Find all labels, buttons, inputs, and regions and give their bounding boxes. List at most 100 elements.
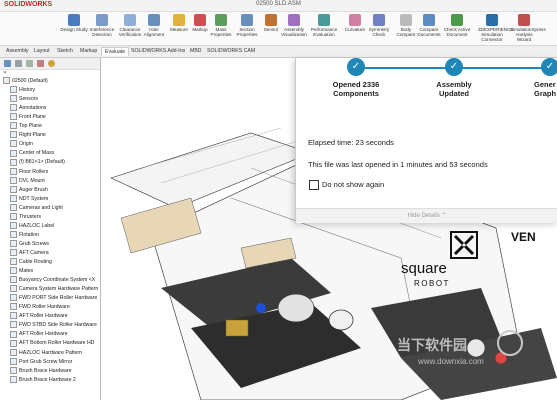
- tree-item-label: Cameras and Light: [19, 204, 63, 211]
- tab-sketch[interactable]: Sketch: [54, 47, 76, 55]
- ribbon-button-label: Hole Alignment: [143, 27, 165, 37]
- model-brand-side: VEN: [511, 230, 536, 244]
- tree-node-icon: [10, 321, 17, 329]
- tree-item[interactable]: FWD Roller Hardware: [10, 303, 70, 312]
- property-manager-tab-icon[interactable]: [15, 60, 22, 67]
- tree-item[interactable]: AFT Bottom Roller Hardware HD: [10, 339, 94, 348]
- tree-item[interactable]: Grub Screws: [10, 240, 49, 249]
- ribbon-button-label: Assembly Visualization: [281, 27, 307, 37]
- tab-mbd[interactable]: MBD: [187, 47, 205, 55]
- assembly-visualization-button[interactable]: Assembly Visualization: [280, 14, 308, 37]
- symmetry-icon: [373, 14, 385, 26]
- tree-item[interactable]: Top Plane: [10, 122, 42, 131]
- tree-item[interactable]: History: [10, 86, 35, 95]
- tree-item[interactable]: (f) B81<1> (Default): [10, 158, 65, 167]
- tree-item[interactable]: Brush Brace Hardware 2: [10, 375, 76, 385]
- tree-node-icon: [10, 158, 17, 166]
- tree-item[interactable]: AFT Roller Hardware: [10, 330, 68, 339]
- tree-node-icon: [10, 312, 17, 320]
- ribbon-button-label: Symmetry Check: [368, 27, 390, 37]
- tree-item[interactable]: Port Grub Screw Mirror: [10, 357, 72, 367]
- tree-node-icon: [10, 212, 17, 220]
- tree-item[interactable]: Front Plane: [10, 113, 46, 122]
- tree-item[interactable]: Camera System Hardware Pattern: [10, 285, 98, 294]
- tree-item[interactable]: FWD STBD Side Roller Hardware: [10, 321, 97, 330]
- tab-markup[interactable]: Markup: [77, 47, 100, 55]
- ribbon-button-label: Mass Properties: [210, 27, 232, 37]
- tree-item[interactable]: Flotation: [10, 230, 39, 240]
- tree-item[interactable]: Thrusters: [10, 212, 41, 222]
- tree-item-label: Camera System Hardware Pattern: [19, 286, 99, 293]
- tree-item-label: Center of Mass: [19, 150, 55, 157]
- configuration-tab-icon[interactable]: [26, 60, 33, 67]
- performance-button[interactable]: Performance Evaluation: [310, 14, 338, 37]
- hole-alignment-icon: [148, 14, 160, 26]
- tree-item[interactable]: Buoyancy Coordinate System <X: [10, 276, 95, 285]
- check-button[interactable]: Check Active Document: [443, 14, 471, 37]
- tree-node-icon: [10, 285, 17, 293]
- tree-node-icon: [10, 249, 17, 257]
- interference-button[interactable]: Interference Detection: [88, 14, 116, 37]
- tree-item[interactable]: Origin: [10, 140, 33, 149]
- watermark-logo: [497, 330, 523, 356]
- display-manager-tab-icon[interactable]: [48, 60, 55, 67]
- tree-item-label: Cable Routing: [19, 259, 52, 265]
- tree-item[interactable]: HAZLOC Label: [10, 221, 54, 231]
- ribbon-button-label: Check Active Document: [443, 27, 471, 37]
- tree-node-icon: [10, 140, 17, 148]
- tree-toolbar: [0, 58, 100, 70]
- tree-item[interactable]: 02500 (Default): [3, 77, 48, 86]
- mass-properties-icon: [215, 14, 227, 26]
- tree-node-icon: [10, 86, 17, 94]
- tab-solidworks-cam[interactable]: SOLIDWORKS CAM: [204, 47, 258, 55]
- watermark-url: www.downxia.com: [418, 357, 484, 366]
- tree-item-label: Front Plane: [19, 114, 46, 121]
- simulation-connector-button[interactable]: 3DEXPERIENCE Simulation Connector: [478, 14, 514, 42]
- mass-properties-button[interactable]: Mass Properties: [207, 14, 235, 37]
- body-compare-icon: [400, 14, 412, 26]
- feature-tree-tab-icon[interactable]: [4, 60, 11, 67]
- ribbon-button-label: 3DEXPERIENCE Simulation Connector: [478, 27, 514, 42]
- filter-icon[interactable]: ⏷: [3, 70, 7, 76]
- command-manager-tabs: Assembly Layout Sketch Markup Evaluate SOLIDW…: [0, 46, 557, 58]
- tab-evaluate[interactable]: Evaluate: [101, 47, 130, 56]
- tree-item[interactable]: Center of Mass: [10, 149, 54, 158]
- tree-item[interactable]: Floor Rollers: [10, 167, 48, 177]
- step-label-graphics-line1: Gener: [534, 80, 556, 89]
- progress-stepper: ✓ ✓ ✓ Opened 2336 Components Assembly Upda…: [296, 58, 557, 98]
- tree-item[interactable]: NDT System: [10, 194, 48, 204]
- dont-show-again-label[interactable]: Do not show again: [322, 180, 384, 189]
- tree-item[interactable]: Auger Brush: [10, 185, 48, 195]
- symmetry-button[interactable]: Symmetry Check: [365, 14, 393, 37]
- tree-node-icon: [10, 330, 17, 338]
- compare-button[interactable]: Compare Documents: [415, 14, 443, 37]
- hide-details-button[interactable]: Hide Details ⌃: [296, 208, 557, 223]
- tab-layout[interactable]: Layout: [31, 47, 53, 55]
- design-study-button[interactable]: Design Study: [60, 14, 88, 32]
- tree-item[interactable]: Cameras and Light: [10, 203, 63, 213]
- tree-item-label: Top Plane: [19, 123, 43, 130]
- tree-item[interactable]: Annotations: [10, 104, 46, 113]
- tree-item[interactable]: DVL Mount: [10, 176, 45, 186]
- tree-item[interactable]: Brush Brace Hardware: [10, 366, 71, 376]
- simxpress-button[interactable]: SimulationXpress Analysis Wizard: [510, 14, 546, 42]
- tree-item[interactable]: AFT Roller Hardware: [10, 312, 68, 321]
- elapsed-time-text: Elapsed time: 23 seconds: [308, 138, 394, 147]
- dimxpert-tab-icon[interactable]: [37, 60, 44, 67]
- document-title: 02500 SLD.ASM: [256, 1, 301, 7]
- tree-item[interactable]: Right Plane: [10, 131, 46, 140]
- tree-item[interactable]: Mates: [10, 267, 33, 276]
- ribbon-button-label: Compare Documents: [417, 27, 441, 37]
- tree-item[interactable]: Cable Routing: [10, 258, 52, 267]
- measure-icon: [173, 14, 185, 26]
- tree-item[interactable]: HAZLOC Hardware Pattern: [10, 348, 82, 358]
- tree-item[interactable]: Sensors: [10, 95, 38, 104]
- dont-show-again-checkbox[interactable]: [309, 180, 319, 190]
- tree-item-label: FWD Roller Hardware: [19, 304, 70, 311]
- hole-alignment-button[interactable]: Hole Alignment: [140, 14, 168, 37]
- tree-item[interactable]: AFT Camera: [10, 249, 49, 258]
- tab-solidworks-add-ins[interactable]: SOLIDWORKS Add-Ins: [128, 47, 188, 55]
- compare-icon: [423, 14, 435, 26]
- tree-item[interactable]: FWD PORT Side Roller Hardware: [10, 294, 97, 303]
- tab-assembly[interactable]: Assembly: [3, 47, 32, 55]
